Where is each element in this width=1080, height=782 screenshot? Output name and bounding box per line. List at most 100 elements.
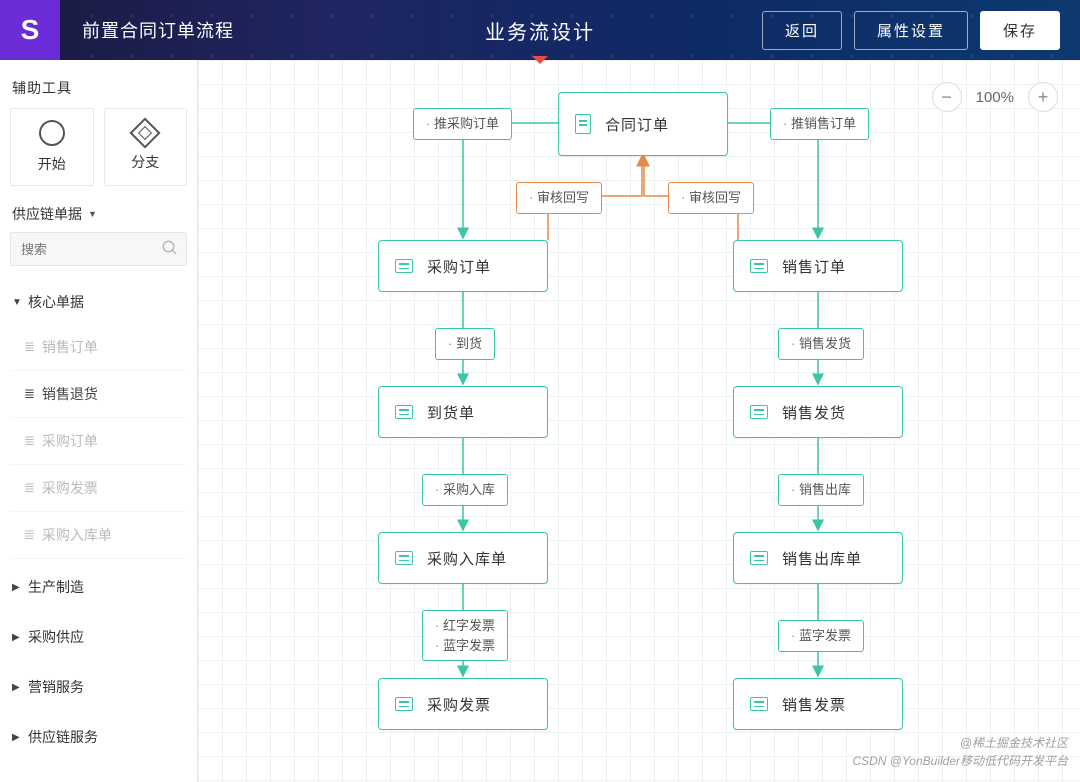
node-label: 合同订单 [605,114,669,135]
flow-stage: 合同订单 推采购订单 推销售订单 审核回写 审核回写 采购订单 到货 到货单 采… [198,60,1080,782]
tree-item-label: 销售退货 [42,384,98,404]
search-wrap [10,232,187,266]
list-icon [395,551,413,565]
node-label: 采购订单 [427,256,491,277]
tree-group-header[interactable]: ▶ 采购供应 [10,615,187,659]
tree-item[interactable]: ≣ 销售退货 [10,371,187,418]
list-icon [750,259,768,273]
edge-label-sales-outbound[interactable]: 销售出库 [778,474,864,506]
tree-item[interactable]: ≣ 采购订单 [10,418,187,465]
tree-group-label: 核心单据 [28,292,84,312]
tree-group-header[interactable]: ▶ 供应链服务 [10,715,187,759]
app-logo: S [0,0,60,60]
supply-chain-dropdown-label: 供应链单据 [12,204,82,224]
list-icon [750,405,768,419]
app-header: S 前置合同订单流程 业务流设计 返回 属性设置 保存 [0,0,1080,60]
zoom-controls: − 100% + [932,82,1058,112]
edge-label-push-sales[interactable]: 推销售订单 [770,108,869,140]
edge-label-push-purchase[interactable]: 推采购订单 [413,108,512,140]
node-purchase-inbound[interactable]: 采购入库单 [378,532,548,584]
node-label: 销售订单 [782,256,846,277]
node-purchase-invoice[interactable]: 采购发票 [378,678,548,730]
tree-group: ▶ 营销服务 [10,665,187,709]
tree-group-header[interactable]: ▼ 核心单据 [10,280,187,324]
tree-group-header[interactable]: ▶ 生产制造 [10,565,187,609]
node-label: 采购发票 [427,694,491,715]
tree-group-label: 营销服务 [28,677,84,697]
tools-heading: 辅助工具 [12,78,187,98]
list-icon [395,259,413,273]
node-arrival[interactable]: 到货单 [378,386,548,438]
sidebar: 辅助工具 开始 分支 供应链单据 ▼ 核心单据 ≣ 销售订单 ≣ 销售退货 ≣ 采购订单 ≣ 采购… [0,60,198,782]
chevron-right-icon: ▶ [12,632,22,643]
node-label: 销售发票 [782,694,846,715]
tree-item-label: 采购发票 [42,478,98,498]
document-icon [575,114,591,134]
tree-group: ▼ 核心单据 ≣ 销售订单 ≣ 销售退货 ≣ 采购订单 ≣ 采购发票 ≣ 采购入库单 [10,280,187,559]
list-icon: ≣ [24,480,32,496]
tree-item[interactable]: ≣ 采购入库单 [10,512,187,559]
node-sales-invoice[interactable]: 销售发票 [733,678,903,730]
back-button[interactable]: 返回 [762,11,842,50]
node-label: 销售出库单 [782,548,862,569]
tree-item[interactable]: ≣ 采购发票 [10,465,187,512]
list-icon: ≣ [24,433,32,449]
header-actions: 返回 属性设置 保存 [762,11,1060,50]
edge-label-arrival[interactable]: 到货 [435,328,495,360]
list-icon [750,697,768,711]
list-icon [395,405,413,419]
process-title: 前置合同订单流程 [82,17,234,43]
zoom-value: 100% [976,89,1014,106]
node-sales-order[interactable]: 销售订单 [733,240,903,292]
tree-group-label: 生产制造 [28,577,84,597]
edge-label-audit-writeback-left[interactable]: 审核回写 [516,182,602,214]
tree-item-label: 销售订单 [42,337,98,357]
tree-group: ▶ 生产制造 [10,565,187,609]
center-marker-icon [532,56,548,64]
chevron-down-icon: ▼ [12,297,22,308]
edge-label-sales-ship[interactable]: 销售发货 [778,328,864,360]
chevron-right-icon: ▶ [12,732,22,743]
circle-icon [39,120,65,146]
node-label: 采购入库单 [427,548,507,569]
search-icon [161,239,179,262]
tree-group-label: 采购供应 [28,627,84,647]
node-sales-shipment[interactable]: 销售发货 [733,386,903,438]
node-purchase-order[interactable]: 采购订单 [378,240,548,292]
diamond-icon [130,117,161,148]
chevron-right-icon: ▶ [12,582,22,593]
properties-button[interactable]: 属性设置 [854,11,968,50]
page-title: 业务流设计 [485,0,595,60]
list-icon [395,697,413,711]
tree-item-label: 采购入库单 [42,525,112,545]
tree-item-label: 采购订单 [42,431,98,451]
zoom-in-button[interactable]: + [1028,82,1058,112]
tool-start[interactable]: 开始 [10,108,94,186]
edge-label-audit-writeback-right[interactable]: 审核回写 [668,182,754,214]
node-sales-outbound[interactable]: 销售出库单 [733,532,903,584]
tool-branch-label: 分支 [131,152,159,172]
sidebar-tree: ▼ 核心单据 ≣ 销售订单 ≣ 销售退货 ≣ 采购订单 ≣ 采购发票 ≣ 采购入库单 ▶ 生产制造 ▶ 采购供… [10,280,187,765]
tree-group-label: 供应链服务 [28,727,98,747]
list-icon: ≣ [24,386,32,402]
node-contract-order[interactable]: 合同订单 [558,92,728,156]
edge-label-blue-invoice[interactable]: 蓝字发票 [778,620,864,652]
node-label: 销售发货 [782,402,846,423]
node-label: 到货单 [427,402,475,423]
list-icon [750,551,768,565]
supply-chain-dropdown[interactable]: 供应链单据 [12,204,187,224]
list-icon: ≣ [24,339,32,355]
edge-label-invoice-red-blue[interactable]: 红字发票 蓝字发票 [422,610,508,661]
save-button[interactable]: 保存 [980,11,1060,50]
tree-item[interactable]: ≣ 销售订单 [10,324,187,371]
list-icon: ≣ [24,527,32,543]
tree-group-header[interactable]: ▶ 营销服务 [10,665,187,709]
zoom-out-button[interactable]: − [932,82,962,112]
tool-start-label: 开始 [38,154,66,174]
tool-branch[interactable]: 分支 [104,108,188,186]
canvas[interactable]: − 100% + [198,60,1080,782]
edge-label-purchase-inbound[interactable]: 采购入库 [422,474,508,506]
chevron-right-icon: ▶ [12,682,22,693]
connectors [198,60,1080,782]
tree-group: ▶ 供应链服务 [10,715,187,759]
